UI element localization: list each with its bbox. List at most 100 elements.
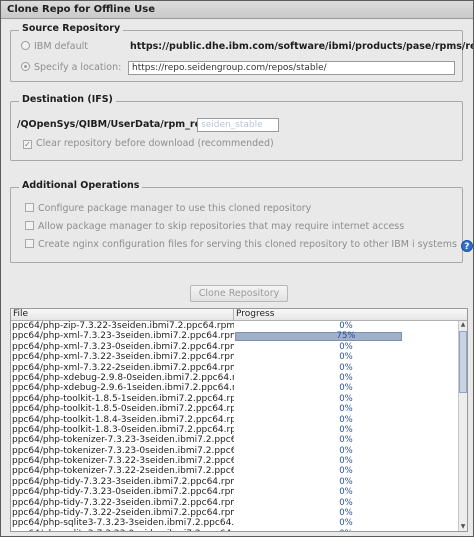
- table-row[interactable]: ppc64/php-tidy-7.3.23-3seiden.ibmi7.2.pp…: [11, 477, 458, 487]
- source-repository-legend: Source Repository: [19, 23, 124, 34]
- progress-bar: 0%: [235, 383, 457, 394]
- scroll-down-icon[interactable]: ▼: [459, 523, 467, 531]
- progress-label: 0%: [339, 466, 353, 477]
- create-nginx-config-option[interactable]: Create nginx configuration files for ser…: [25, 238, 473, 252]
- table-row[interactable]: ppc64/php-tokenizer-7.3.22-2seiden.ibmi7…: [11, 466, 458, 476]
- progress-column-header[interactable]: Progress: [234, 309, 458, 321]
- file-cell: ppc64/php-toolkit-1.8.4-3seiden.ibmi7.2.…: [12, 414, 234, 425]
- progress-bar: 0%: [235, 352, 457, 362]
- table-row[interactable]: ppc64/php-tokenizer-7.3.23-0seiden.ibmi7…: [11, 446, 458, 456]
- file-cell: ppc64/php-sqlite3-7.3.23-0seiden.ibmi7.2…: [12, 529, 234, 531]
- file-cell: ppc64/php-tokenizer-7.3.23-3seiden.ibmi7…: [12, 435, 234, 446]
- progress-label: 0%: [235, 529, 457, 531]
- progress-label: 0%: [339, 445, 353, 456]
- location-input[interactable]: https://repo.seidengroup.com/repos/stabl…: [128, 61, 455, 75]
- file-cell: ppc64/php-xml-7.3.23-0seiden.ibmi7.2.ppc…: [12, 341, 234, 352]
- progress-label: 0%: [339, 383, 353, 394]
- table-row[interactable]: ppc64/php-tokenizer-7.3.22-3seiden.ibmi7…: [11, 456, 458, 466]
- progress-bar: 75%: [235, 331, 457, 342]
- progress-bar: 0%: [235, 487, 457, 497]
- specify-location-label: Specify a location:: [34, 62, 122, 73]
- table-row[interactable]: ppc64/php-xml-7.3.22-2seiden.ibmi7.2.ppc…: [11, 363, 458, 373]
- progress-label: 0%: [339, 476, 353, 487]
- help-icon[interactable]: ?: [460, 240, 473, 252]
- progress-bar: 0%: [235, 414, 457, 425]
- progress-bar: 0%: [235, 394, 457, 404]
- progress-bar: 0%: [235, 362, 457, 373]
- file-cell: ppc64/php-toolkit-1.8.3-0seiden.ibmi7.2.…: [12, 424, 234, 435]
- table-row[interactable]: ppc64/php-tidy-7.3.22-3seiden.ibmi7.2.pp…: [11, 498, 458, 508]
- table-header: File Progress: [11, 309, 467, 321]
- file-cell: ppc64/php-tokenizer-7.3.22-2seiden.ibmi7…: [12, 466, 234, 477]
- table-row[interactable]: ppc64/php-toolkit-1.8.4-3seiden.ibmi7.2.…: [11, 415, 458, 425]
- progress-label: 0%: [339, 362, 353, 373]
- file-cell: ppc64/php-toolkit-1.8.5-0seiden.ibmi7.2.…: [12, 404, 234, 415]
- progress-bar: 0%: [235, 508, 457, 518]
- table-row[interactable]: ppc64/php-tokenizer-7.3.23-3seiden.ibmi7…: [11, 435, 458, 445]
- file-cell: ppc64/php-tidy-7.3.22-2seiden.ibmi7.2.pp…: [12, 508, 234, 519]
- table-row[interactable]: ppc64/php-tidy-7.3.23-0seiden.ibmi7.2.pp…: [11, 487, 458, 497]
- file-cell: ppc64/php-xdebug-2.9.6-1seiden.ibmi7.2.p…: [12, 383, 234, 394]
- progress-label: 0%: [339, 456, 353, 467]
- progress-bar: 0%: [235, 456, 457, 467]
- window-title: Clone Repo for Offline Use: [1, 1, 473, 19]
- table-row[interactable]: ppc64/php-toolkit-1.8.5-1seiden.ibmi7.2.…: [11, 394, 458, 404]
- checkmark-icon[interactable]: ✓: [23, 140, 32, 149]
- table-row[interactable]: ppc64/php-xml-7.3.22-3seiden.ibmi7.2.ppc…: [11, 352, 458, 362]
- progress-label: 0%: [339, 404, 353, 415]
- progress-bar: 0%: [235, 373, 457, 383]
- ibm-default-option[interactable]: IBM default: [21, 40, 88, 54]
- table-row[interactable]: ppc64/php-xml-7.3.23-0seiden.ibmi7.2.ppc…: [11, 342, 458, 352]
- table-row[interactable]: ppc64/php-sqlite3-7.3.23-0seiden.ibmi7.2…: [11, 529, 458, 531]
- scroll-up-icon[interactable]: ▲: [459, 321, 467, 329]
- create-nginx-config-checkbox[interactable]: [25, 239, 34, 248]
- allow-skip-repos-checkbox[interactable]: [25, 221, 34, 230]
- file-column-header[interactable]: File: [11, 309, 234, 321]
- clear-repository-option[interactable]: ✓ Clear repository before download (recom…: [23, 137, 274, 151]
- additional-operations-legend: Additional Operations: [19, 180, 143, 191]
- destination-subdir-input[interactable]: seiden_stable: [197, 118, 279, 132]
- progress-label: 0%: [339, 321, 353, 331]
- specify-location-option[interactable]: Specify a location:: [21, 61, 121, 75]
- table-row[interactable]: ppc64/php-xml-7.3.23-3seiden.ibmi7.2.ppc…: [11, 331, 458, 342]
- progress-label: 0%: [339, 414, 353, 425]
- table-row[interactable]: ppc64/php-xdebug-2.9.6-1seiden.ibmi7.2.p…: [11, 383, 458, 393]
- table-row[interactable]: ppc64/php-tidy-7.3.22-2seiden.ibmi7.2.pp…: [11, 508, 458, 518]
- destination-legend: Destination (IFS): [19, 94, 116, 105]
- progress-bar: 0%: [235, 321, 457, 331]
- vertical-scrollbar[interactable]: ▲ ▼: [458, 321, 467, 531]
- ibm-default-radio[interactable]: [21, 41, 30, 50]
- progress-label: 0%: [339, 497, 353, 508]
- progress-label: 0%: [339, 435, 353, 446]
- file-cell: ppc64/php-toolkit-1.8.5-1seiden.ibmi7.2.…: [12, 393, 234, 404]
- allow-skip-repos-option[interactable]: Allow package manager to skip repositori…: [25, 220, 404, 234]
- progress-label: 0%: [339, 341, 353, 352]
- clone-repo-dialog: Clone Repo for Offline Use Source Reposi…: [0, 0, 474, 537]
- progress-bar: 0%: [235, 404, 457, 415]
- table-body: ppc64/php-zip-7.3.22-3seiden.ibmi7.2.ppc…: [11, 321, 458, 531]
- specify-location-radio[interactable]: [21, 62, 30, 71]
- configure-package-manager-checkbox[interactable]: [25, 203, 34, 212]
- configure-package-manager-label: Configure package manager to use this cl…: [38, 203, 312, 214]
- progress-bar: 0%: [235, 529, 457, 531]
- file-cell: ppc64/php-xml-7.3.23-3seiden.ibmi7.2.ppc…: [12, 331, 234, 342]
- table-row[interactable]: ppc64/php-sqlite3-7.3.23-3seiden.ibmi7.2…: [11, 518, 458, 528]
- progress-bar: 0%: [235, 445, 457, 456]
- progress-label: 0%: [339, 518, 353, 529]
- progress-bar: 0%: [235, 341, 457, 352]
- file-cell: ppc64/php-sqlite3-7.3.23-3seiden.ibmi7.2…: [12, 518, 234, 529]
- progress-bar: 0%: [235, 466, 457, 477]
- table-row[interactable]: ppc64/php-toolkit-1.8.3-0seiden.ibmi7.2.…: [11, 425, 458, 435]
- table-row[interactable]: ppc64/php-xdebug-2.9.8-0seiden.ibmi7.2.p…: [11, 373, 458, 383]
- progress-bar: 0%: [235, 518, 457, 529]
- clone-repository-button[interactable]: Clone Repository: [190, 285, 288, 302]
- progress-label: 0%: [339, 424, 353, 435]
- file-cell: ppc64/php-tidy-7.3.23-3seiden.ibmi7.2.pp…: [12, 476, 234, 487]
- clear-repository-label: Clear repository before download (recomm…: [36, 138, 274, 149]
- table-row[interactable]: ppc64/php-zip-7.3.22-3seiden.ibmi7.2.ppc…: [11, 321, 458, 331]
- configure-package-manager-option[interactable]: Configure package manager to use this cl…: [25, 202, 311, 216]
- scrollbar-thumb[interactable]: [459, 331, 467, 393]
- file-cell: ppc64/php-tokenizer-7.3.22-3seiden.ibmi7…: [12, 456, 234, 467]
- table-row[interactable]: ppc64/php-toolkit-1.8.5-0seiden.ibmi7.2.…: [11, 404, 458, 414]
- download-progress-table: File Progress ppc64/php-zip-7.3.22-3seid…: [10, 308, 468, 532]
